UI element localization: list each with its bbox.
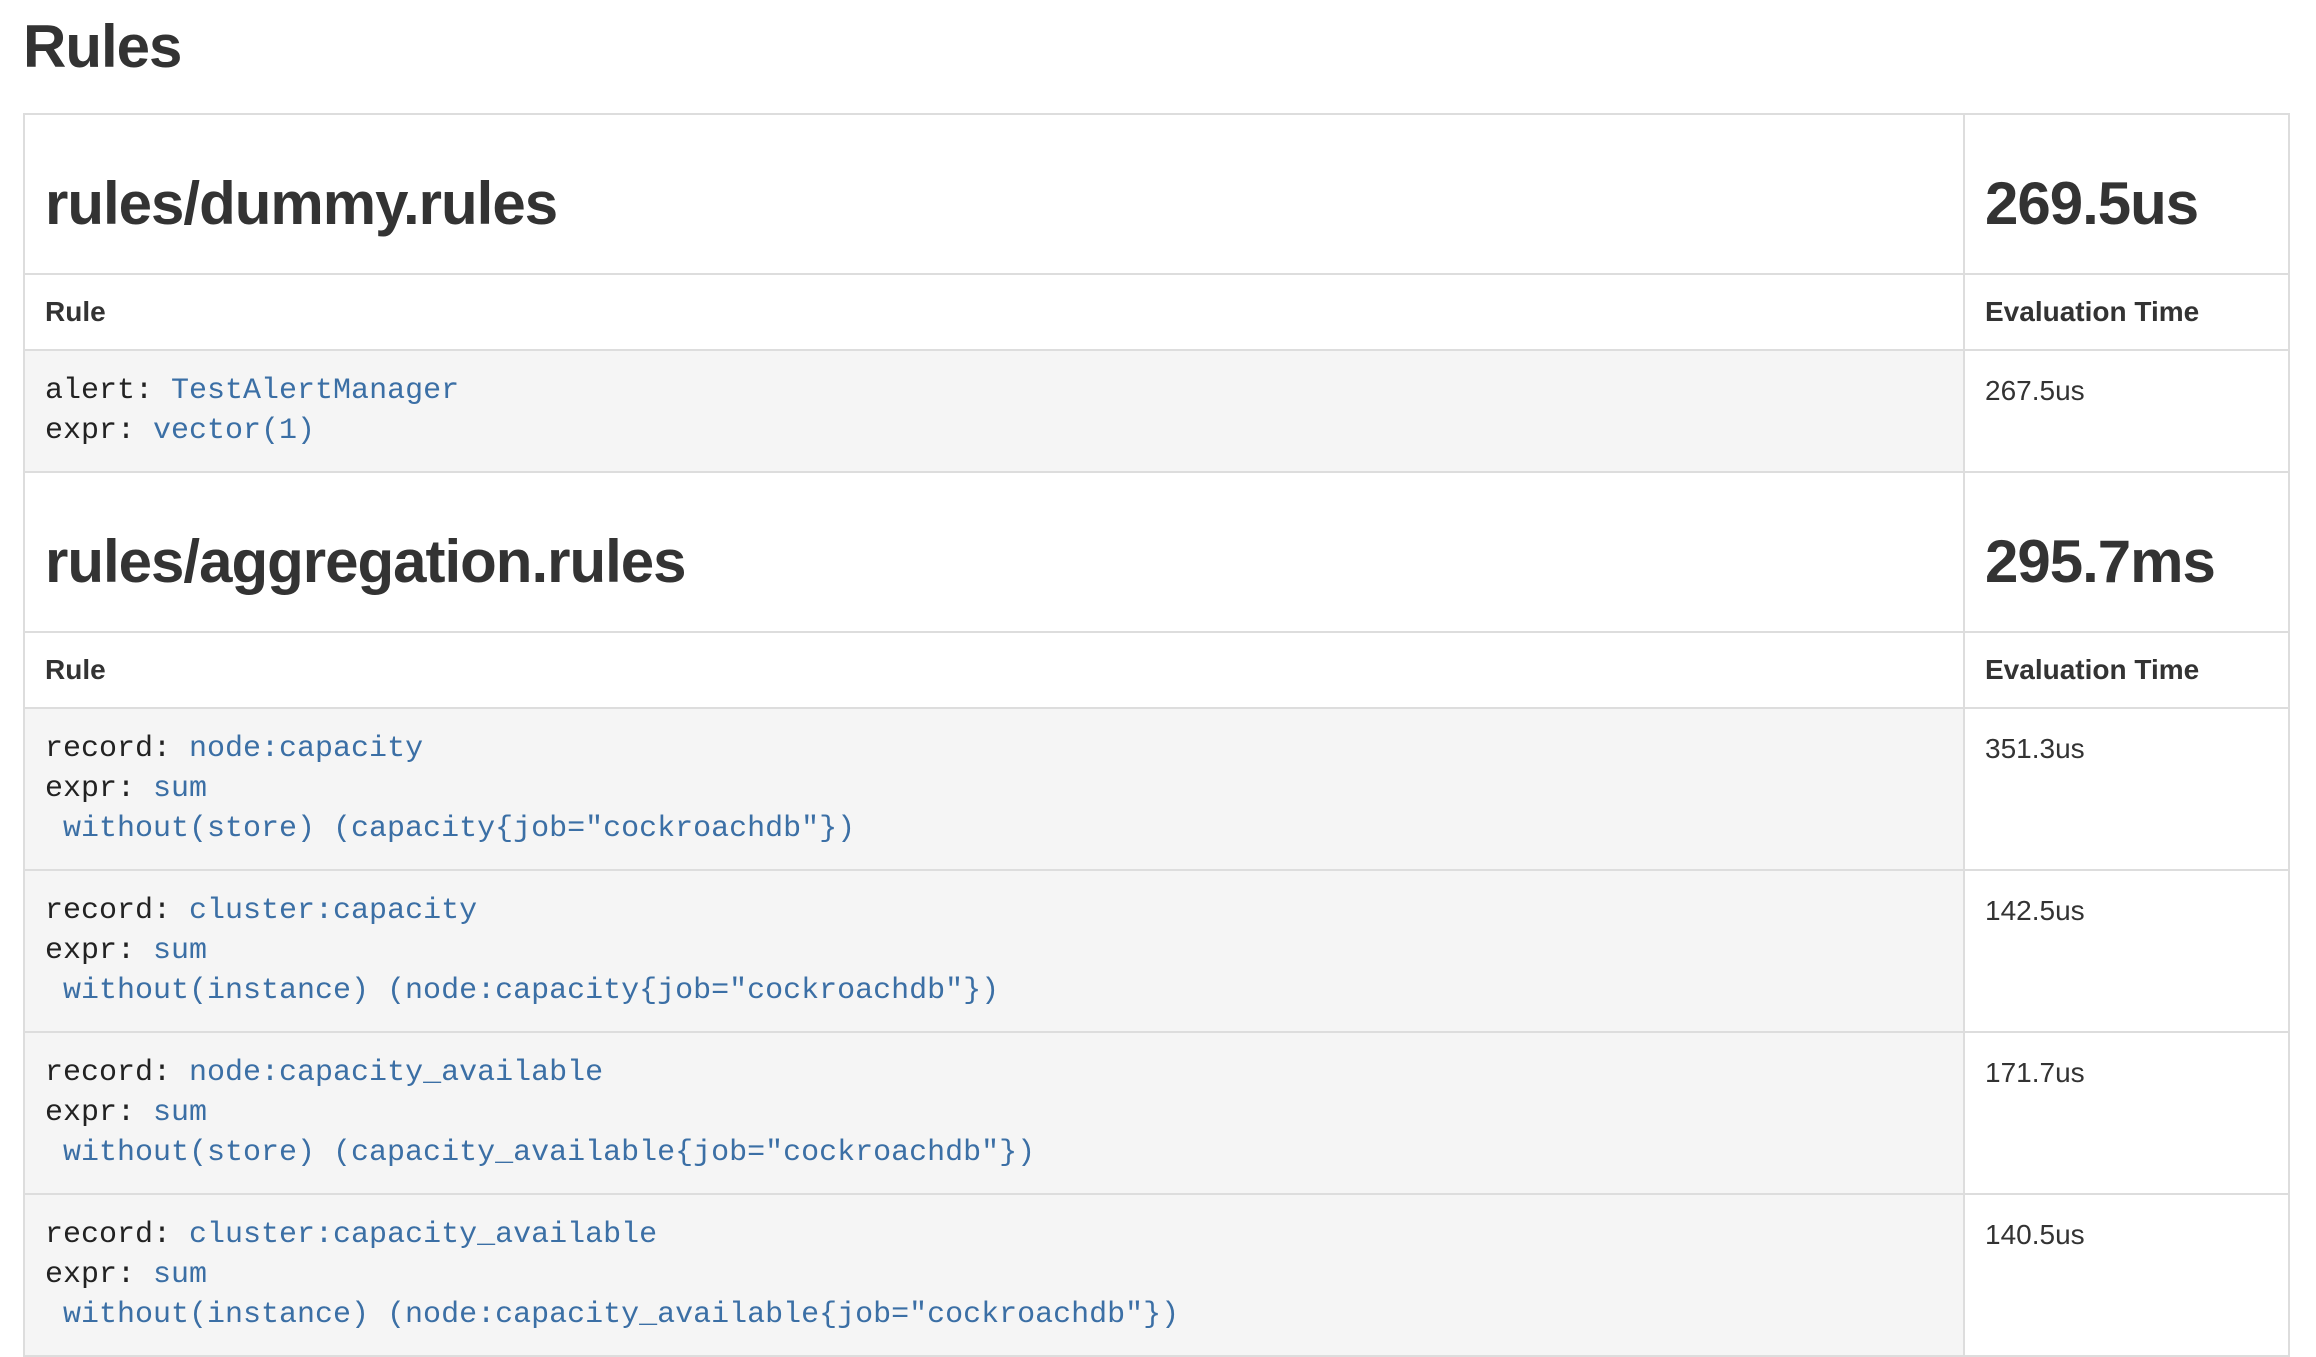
rule-code-line: expr: sum: [45, 1093, 1943, 1133]
column-header-row: Rule Evaluation Time: [24, 632, 2289, 708]
record-name-link[interactable]: cluster:capacity_available: [189, 1218, 657, 1252]
rule-code-line: expr: sum: [45, 769, 1943, 809]
rule-row: record: node:capacity_available expr: su…: [24, 1032, 2289, 1194]
rule-keyword-label: record:: [45, 732, 189, 766]
group-file-cell: rules/aggregation.rules: [24, 472, 1964, 632]
expr-keyword-label: expr:: [45, 1096, 153, 1130]
group-header-row: rules/aggregation.rules 295.7ms: [24, 472, 2289, 632]
rules-page: Rules rules/dummy.rules 269.5us Rule Eva…: [0, 14, 2316, 1357]
evaluation-time-value: 140.5us: [1964, 1194, 2289, 1356]
rule-code-line: without(store) (capacity{job="cockroachd…: [45, 809, 1943, 849]
rule-code-line: alert: TestAlertManager: [45, 371, 1943, 411]
rule-cell: record: node:capacity_available expr: su…: [24, 1032, 1964, 1194]
evaluation-time-value: 171.7us: [1964, 1032, 2289, 1194]
expr-link[interactable]: sum: [153, 1258, 207, 1292]
record-name-link[interactable]: node:capacity: [189, 732, 423, 766]
rule-row: alert: TestAlertManager expr: vector(1) …: [24, 350, 2289, 472]
expr-continuation-link[interactable]: without(store) (capacity_available{job="…: [45, 1136, 1035, 1170]
rule-row: record: node:capacity expr: sum without(…: [24, 708, 2289, 870]
rule-cell: alert: TestAlertManager expr: vector(1): [24, 350, 1964, 472]
group-file-name: rules/dummy.rules: [45, 171, 1943, 237]
rule-cell: record: node:capacity expr: sum without(…: [24, 708, 1964, 870]
group-evaluation-time: 295.7ms: [1985, 529, 2268, 595]
group-evaluation-time: 269.5us: [1985, 171, 2268, 237]
evaluation-time-value: 142.5us: [1964, 870, 2289, 1032]
evaluation-time-value: 267.5us: [1964, 350, 2289, 472]
rule-column-header: Rule: [24, 632, 1964, 708]
rule-code-line: record: node:capacity: [45, 729, 1943, 769]
group-time-cell: 269.5us: [1964, 114, 2289, 274]
rule-code-line: record: cluster:capacity: [45, 891, 1943, 931]
expr-keyword-label: expr:: [45, 772, 153, 806]
group-time-cell: 295.7ms: [1964, 472, 2289, 632]
column-header-row: Rule Evaluation Time: [24, 274, 2289, 350]
expr-continuation-link[interactable]: without(instance) (node:capacity_availab…: [45, 1298, 1179, 1332]
rule-cell: record: cluster:capacity_available expr:…: [24, 1194, 1964, 1356]
evaluation-time-column-header: Evaluation Time: [1964, 274, 2289, 350]
record-name-link[interactable]: node:capacity_available: [189, 1056, 603, 1090]
record-name-link[interactable]: cluster:capacity: [189, 894, 477, 928]
evaluation-time-value: 351.3us: [1964, 708, 2289, 870]
expr-link[interactable]: vector(1): [153, 414, 315, 448]
rule-keyword-label: alert:: [45, 374, 171, 408]
rule-row: record: cluster:capacity_available expr:…: [24, 1194, 2289, 1356]
rule-code-line: without(store) (capacity_available{job="…: [45, 1133, 1943, 1173]
page-title: Rules: [23, 14, 2290, 80]
expr-continuation-link[interactable]: without(instance) (node:capacity{job="co…: [45, 974, 999, 1008]
rule-code-line: without(instance) (node:capacity_availab…: [45, 1295, 1943, 1335]
expr-link[interactable]: sum: [153, 772, 207, 806]
rule-row: record: cluster:capacity expr: sum witho…: [24, 870, 2289, 1032]
expr-link[interactable]: sum: [153, 934, 207, 968]
alert-name-link[interactable]: TestAlertManager: [171, 374, 459, 408]
group-header-row: rules/dummy.rules 269.5us: [24, 114, 2289, 274]
rule-code-line: record: node:capacity_available: [45, 1053, 1943, 1093]
rules-table: rules/dummy.rules 269.5us Rule Evaluatio…: [23, 113, 2290, 1357]
expr-keyword-label: expr:: [45, 1258, 153, 1292]
rule-cell: record: cluster:capacity expr: sum witho…: [24, 870, 1964, 1032]
rule-code-line: expr: vector(1): [45, 411, 1943, 451]
rule-code-line: expr: sum: [45, 1255, 1943, 1295]
rule-code-line: without(instance) (node:capacity{job="co…: [45, 971, 1943, 1011]
rule-keyword-label: record:: [45, 1056, 189, 1090]
rule-code-line: record: cluster:capacity_available: [45, 1215, 1943, 1255]
group-file-cell: rules/dummy.rules: [24, 114, 1964, 274]
rule-keyword-label: record:: [45, 894, 189, 928]
rule-column-header: Rule: [24, 274, 1964, 350]
expr-keyword-label: expr:: [45, 934, 153, 968]
expr-keyword-label: expr:: [45, 414, 153, 448]
expr-continuation-link[interactable]: without(store) (capacity{job="cockroachd…: [45, 812, 855, 846]
rule-keyword-label: record:: [45, 1218, 189, 1252]
group-file-name: rules/aggregation.rules: [45, 529, 1943, 595]
rule-code-line: expr: sum: [45, 931, 1943, 971]
expr-link[interactable]: sum: [153, 1096, 207, 1130]
evaluation-time-column-header: Evaluation Time: [1964, 632, 2289, 708]
